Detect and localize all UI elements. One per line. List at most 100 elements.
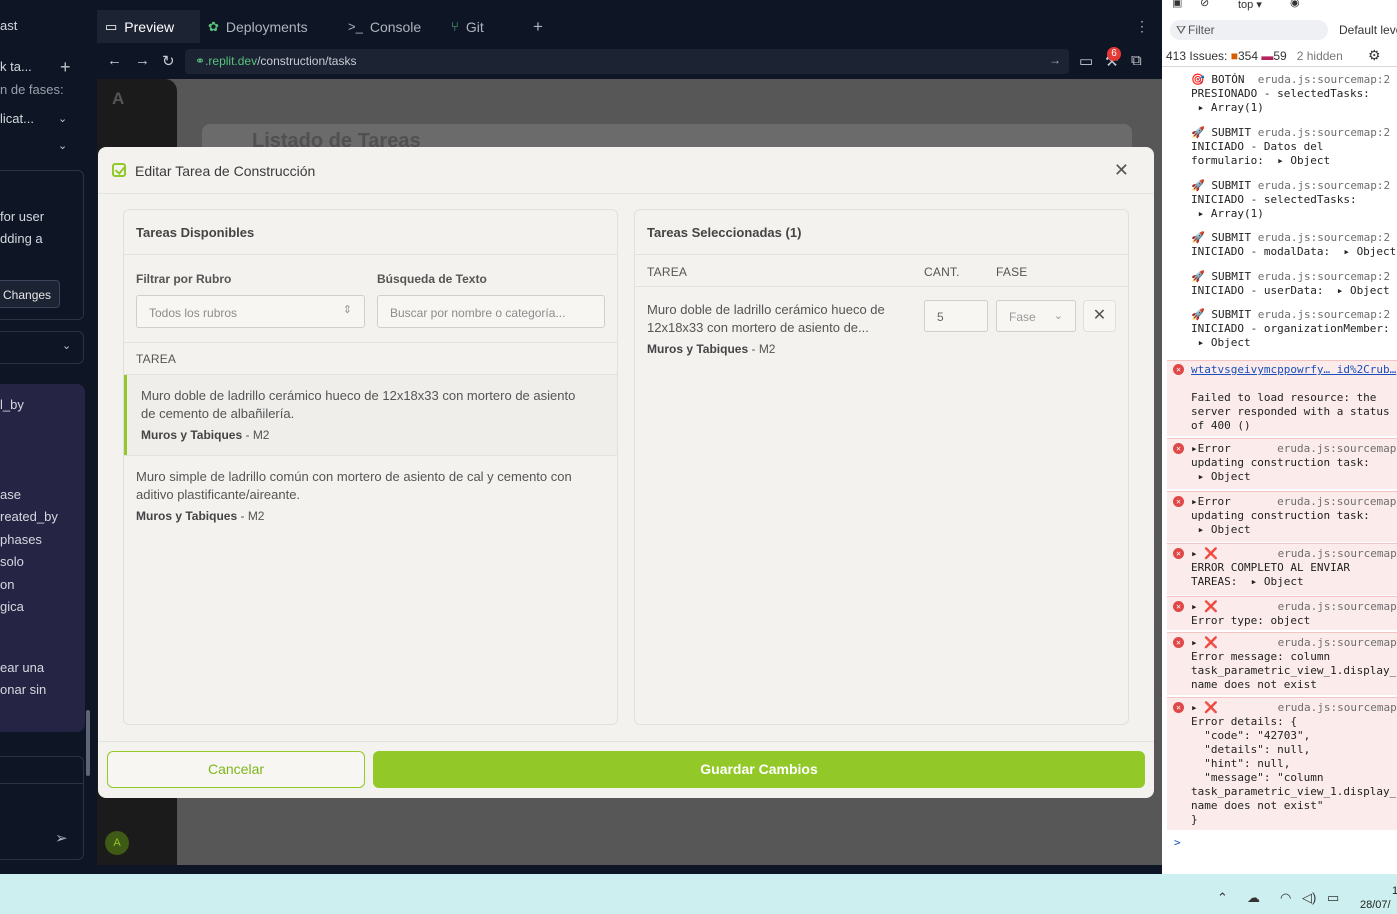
modal-title: Editar Tarea de Construcción <box>135 163 316 179</box>
open-new-window-icon[interactable]: ⧉ <box>1131 52 1142 69</box>
console-log-entry: 🚀 SUBMIT eruda.js:sourcemap:2 INICIADO -… <box>1191 126 1391 167</box>
url-path: /construction/tasks <box>257 54 357 68</box>
clock-time[interactable]: 1 <box>1392 885 1397 897</box>
context-select[interactable]: top ▾ <box>1238 0 1262 11</box>
task-row[interactable]: Muro simple de ladrillo común con morter… <box>124 456 617 536</box>
modal-footer-divider <box>98 741 1154 742</box>
selected-task-meta: Muros y Tabiques - M2 <box>647 342 776 356</box>
go-arrow-icon[interactable]: → <box>1049 53 1061 67</box>
forward-arrow-icon[interactable]: → <box>135 52 150 69</box>
os-taskbar: ⌃ ☁ ◠ ◁) ▭ 1 28/07/ <box>0 874 1397 914</box>
console-log-entry: 🚀 SUBMIT eruda.js:sourcemap:2 INICIADO -… <box>1191 231 1397 258</box>
search-label: Búsqueda de Texto <box>377 272 487 286</box>
task-row[interactable]: Muro doble de ladrillo cerámico hueco de… <box>124 375 617 455</box>
chevron-down-icon[interactable]: ⌄ <box>58 139 67 152</box>
chevron-down-icon[interactable]: ⌄ <box>58 112 67 125</box>
console-error-entry[interactable]: ✕ ▸Error eruda.js:sourcemap:2 updating co… <box>1167 438 1397 489</box>
deployments-icon: ✿ <box>208 18 219 34</box>
cloud-icon[interactable]: ☁ <box>1247 890 1260 906</box>
console-log-entry: 🚀 SUBMIT eruda.js:sourcemap:2 INICIADO -… <box>1191 270 1391 297</box>
task-column-header: TAREA <box>647 265 688 279</box>
edit-task-modal: Editar Tarea de Construcción ✕ Tareas Di… <box>98 147 1154 798</box>
save-changes-button[interactable]: Guardar Cambios <box>373 751 1145 788</box>
clear-console-icon[interactable]: ⊘ <box>1200 0 1209 9</box>
back-arrow-icon[interactable]: ← <box>107 52 122 69</box>
new-tab-plus-icon[interactable]: + <box>60 57 71 78</box>
link-icon: ⚭ <box>195 54 206 68</box>
available-tasks-title: Tareas Disponibles <box>136 225 255 240</box>
agent-panel: ast k ta... + n de fases: licat... ⌄ ⌄ f… <box>0 0 97 874</box>
search-input[interactable]: Buscar por nombre o categoría... <box>377 295 605 328</box>
send-icon[interactable]: ➢ <box>55 829 68 847</box>
avatar[interactable]: A <box>105 831 129 855</box>
wifi-icon[interactable]: ◠ <box>1280 890 1291 906</box>
chat-line: on <box>0 577 15 592</box>
preview-address-bar: ← → ↻ ⚭.replit.dev/construction/tasks → … <box>97 43 1162 79</box>
changes-button[interactable]: Changes <box>0 280 60 308</box>
log-levels-select[interactable]: Default levels <box>1339 23 1397 37</box>
modal-header: Editar Tarea de Construcción ✕ <box>98 147 1154 194</box>
reload-icon[interactable]: ↻ <box>162 52 175 70</box>
checkbox-edit-icon <box>112 163 126 177</box>
devices-icon[interactable]: ▭ <box>1079 52 1093 70</box>
console-error-entry[interactable]: ✕ ▸ ❌ eruda.js:sourcemap:2 ERROR COMPLETO… <box>1167 543 1397 595</box>
task-name: Muro simple de ladrillo común con morter… <box>136 469 572 502</box>
console-prompt-input[interactable]: > <box>1174 836 1397 850</box>
devtools-toolbar: ▣ ⊘ top ▾ ◉ <box>1162 0 1397 16</box>
eye-icon[interactable]: ◉ <box>1290 0 1300 9</box>
console-error-entry[interactable]: ✕ ▸ ❌ eruda.js:sourcemap:2 Error type: ob… <box>1167 596 1397 630</box>
phase-column-header: FASE <box>996 265 1028 279</box>
phase-select[interactable]: Fase ⌄ <box>996 300 1076 332</box>
clock-date[interactable]: 28/07/ <box>1360 899 1391 911</box>
url-input[interactable]: ⚭.replit.dev/construction/tasks → <box>185 49 1069 74</box>
agent-dup-fragment: licat... <box>0 111 34 126</box>
agent-collapsed-section[interactable] <box>0 331 84 364</box>
agent-header-title: ast <box>0 18 18 33</box>
failed-resource-link[interactable]: wtatvsgeivymcppowrfy… id%2Crub… <box>1191 363 1396 376</box>
remove-task-button[interactable]: ✕ <box>1083 300 1116 332</box>
agent-text-fragment: n de fases: <box>0 82 64 97</box>
console-filter-input[interactable]: ⛛ Filter <box>1170 20 1328 40</box>
console-error-entry[interactable]: ✕ ▸ ❌ eruda.js:sourcemap:2 Error message:… <box>1167 632 1397 695</box>
tab-console[interactable]: >_ Console <box>340 10 443 43</box>
chevron-up-icon[interactable]: ⌃ <box>1217 890 1228 906</box>
agent-tab-label[interactable]: k ta... <box>0 59 32 74</box>
error-icon: ✕ <box>1173 702 1184 713</box>
chat-line: solo <box>0 554 24 569</box>
more-options-icon[interactable]: ⋮ <box>1127 10 1149 43</box>
app-logo: A <box>112 89 125 108</box>
task-column-header: TAREA <box>136 352 177 366</box>
speaker-icon[interactable]: ◁) <box>1302 890 1316 906</box>
error-icon: ✕ <box>1173 496 1184 507</box>
task-meta: Muros y Tabiques - M2 <box>141 428 270 442</box>
chevron-down-icon: ⌄ <box>1053 310 1063 322</box>
info-issues-icon: ▬ <box>1261 49 1274 63</box>
sidebar-toggle-icon[interactable]: ▣ <box>1172 0 1182 9</box>
close-icon[interactable]: ✕ <box>1114 160 1129 181</box>
cancel-button[interactable]: Cancelar <box>107 751 365 788</box>
console-error-entry[interactable]: ✕ ▸ ❌ eruda.js:sourcemap:2 Error details:… <box>1167 697 1397 830</box>
filter-bar: ⛛ Filter Default levels <box>1162 17 1397 43</box>
error-icon: ✕ <box>1173 364 1184 375</box>
chat-line: reated_by <box>0 509 58 524</box>
chevron-down-icon[interactable]: ⌄ <box>62 339 71 352</box>
error-icon: ✕ <box>1173 443 1184 454</box>
category-filter-select[interactable]: Todos los rubros ⇕ <box>136 295 365 328</box>
error-icon: ✕ <box>1173 601 1184 612</box>
tab-preview[interactable]: ▭ Preview <box>97 10 200 43</box>
tab-git[interactable]: ⑂ Git <box>443 10 518 43</box>
agent-scrollbar[interactable] <box>86 710 90 776</box>
chat-line: ear una <box>0 660 45 675</box>
quantity-input[interactable]: 5 <box>924 300 988 332</box>
new-tab-plus-icon[interactable]: + <box>525 10 555 43</box>
settings-gear-icon[interactable]: ⚙ <box>1368 47 1381 64</box>
selected-tasks-title: Tareas Seleccionadas (1) <box>647 225 802 240</box>
battery-icon[interactable]: ▭ <box>1327 890 1339 906</box>
console-error-entry[interactable]: ✕ ▸Error eruda.js:sourcemap:2 updating co… <box>1167 491 1397 542</box>
task-meta: Muros y Tabiques - M2 <box>136 509 265 523</box>
tab-deployments[interactable]: ✿ Deployments <box>200 10 340 43</box>
agent-note-line: for user <box>0 209 45 224</box>
selected-task-name: Muro doble de ladrillo cerámico hueco de… <box>647 302 885 335</box>
agent-chat-input[interactable]: ➢ <box>0 756 84 860</box>
issues-bar[interactable]: 413 Issues: ■354 ▬59 2 hidden ⚙ <box>1162 45 1397 67</box>
